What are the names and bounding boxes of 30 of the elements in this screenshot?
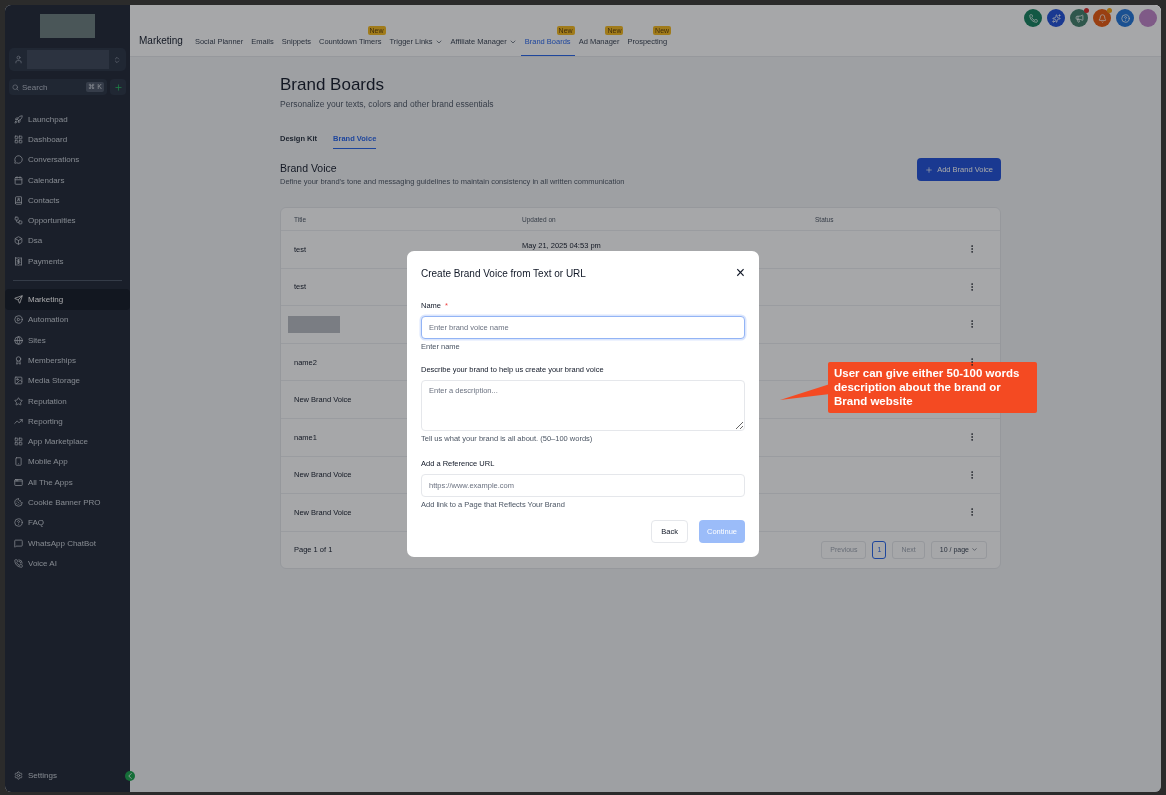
page-subtitle: Personalize your texts, colors and other brand essentials [280, 99, 495, 109]
sidebar-item[interactable]: Dashboard [5, 129, 130, 150]
sidebar-item[interactable]: Mobile App [5, 451, 130, 473]
modal-title: Create Brand Voice from Text or URL [421, 267, 586, 279]
sidebar-item[interactable]: FAQ [5, 512, 130, 533]
sidebar-item[interactable]: Reporting [5, 411, 130, 432]
section-heading: Brand Voice [280, 162, 338, 174]
sidebar-item[interactable]: Reputation [5, 390, 130, 412]
sidebar-item[interactable]: Conversations [5, 149, 130, 170]
sidebar-item[interactable]: Voice AI [5, 553, 130, 574]
sidebar-item[interactable]: Launchpad [5, 109, 130, 130]
callout-note: User can give either 50-100 words description about the brand or Brand website [828, 362, 1037, 414]
sidebar-item[interactable]: Memberships [5, 350, 130, 371]
sidebar-item[interactable]: Opportunities [5, 210, 130, 231]
sidebar-item[interactable]: Contacts [5, 190, 130, 211]
sidebar-item[interactable]: WhatsApp ChatBot [5, 532, 130, 554]
sidebar-item[interactable]: All The Apps [5, 472, 130, 493]
sidebar-item[interactable]: Media Storage [5, 370, 130, 391]
sidebar-item[interactable]: Marketing [5, 289, 130, 310]
section-title: Marketing [139, 35, 183, 46]
sidebar-item[interactable]: Dsa [5, 230, 130, 252]
sidebar-item[interactable]: Sites [5, 329, 130, 351]
sidebar-item[interactable]: Cookie Banner PRO [5, 492, 130, 513]
page-title: Brand Boards [280, 75, 385, 95]
sidebar-item[interactable]: Payments [5, 251, 130, 272]
sidebar-item[interactable]: Calendars [5, 169, 130, 191]
sidebar-item[interactable]: Automation [5, 309, 130, 330]
sidebar-item[interactable]: App Marketplace [5, 431, 130, 452]
close-button[interactable]: × [735, 265, 745, 281]
sidebar-item[interactable]: Settings [5, 765, 125, 786]
